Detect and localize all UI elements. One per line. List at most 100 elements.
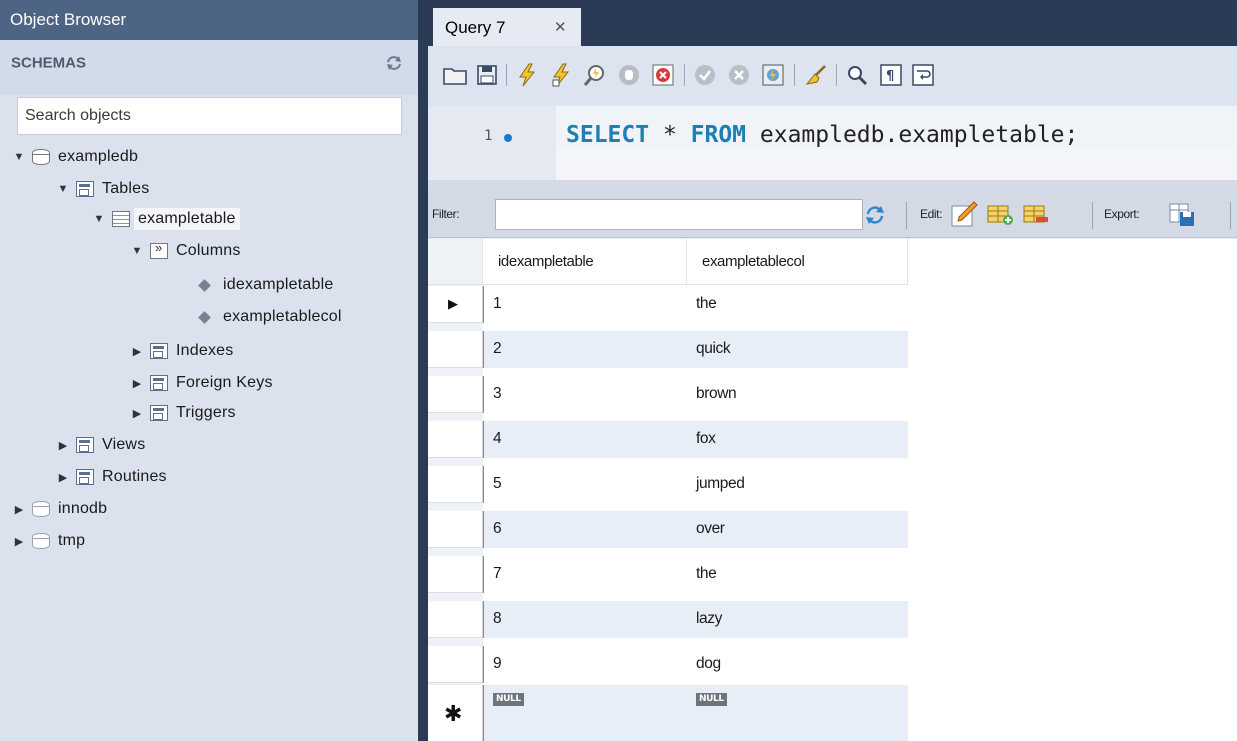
grid-cell[interactable]: quick: [687, 331, 908, 368]
invisible-chars-icon[interactable]: ¶: [878, 62, 904, 88]
column-header[interactable]: exampletablecol: [687, 239, 908, 285]
tab-query-7[interactable]: Query 7 ✕: [433, 8, 581, 46]
grid-cell[interactable]: 8: [483, 601, 687, 638]
column-header[interactable]: idexampletable: [483, 239, 687, 285]
grid-header-row: idexampletable exampletablecol: [428, 239, 908, 285]
tree-node-tables[interactable]: ▼ Tables: [56, 174, 149, 204]
export-icon[interactable]: [1168, 200, 1196, 228]
collapsed-arrow-icon[interactable]: ▶: [56, 471, 70, 484]
table-row[interactable]: ▶ 1 the: [428, 286, 908, 323]
expanded-arrow-icon[interactable]: ▼: [12, 151, 26, 163]
row-header[interactable]: [428, 466, 483, 503]
row-header[interactable]: [428, 511, 483, 548]
tree-node-triggers[interactable]: ▶ Triggers: [130, 398, 236, 428]
grid-cell[interactable]: 6: [483, 511, 687, 548]
tree-node-exampletable[interactable]: ▼ exampletable: [92, 204, 240, 234]
grid-cell[interactable]: dog: [687, 646, 908, 683]
triggers-folder-icon: [150, 405, 168, 421]
grid-cell[interactable]: lazy: [687, 601, 908, 638]
tree-node-columns[interactable]: ▼ Columns: [130, 236, 241, 266]
table-row[interactable]: 2 quick: [428, 331, 908, 368]
expanded-arrow-icon[interactable]: ▼: [130, 245, 144, 257]
grid-cell[interactable]: NULL: [687, 685, 908, 741]
grid-cell[interactable]: brown: [687, 376, 908, 413]
row-header[interactable]: [428, 331, 483, 368]
tree-node-exampledb[interactable]: ▼ exampledb: [12, 142, 138, 172]
expanded-arrow-icon[interactable]: ▼: [92, 213, 106, 225]
execute-lightning-icon[interactable]: [514, 62, 540, 88]
grid-cell[interactable]: 5: [483, 466, 687, 503]
table-row[interactable]: 7 the: [428, 556, 908, 593]
stop-hand-icon[interactable]: [616, 62, 642, 88]
explain-magnifier-icon[interactable]: [582, 62, 608, 88]
tree-node-views[interactable]: ▶ Views: [56, 430, 145, 460]
expanded-arrow-icon[interactable]: ▼: [56, 183, 70, 195]
tree-node-foreign-keys[interactable]: ▶ Foreign Keys: [130, 368, 273, 398]
grid-cell[interactable]: jumped: [687, 466, 908, 503]
tree-node-column-idexampletable[interactable]: idexampletable: [196, 270, 333, 300]
word-wrap-icon[interactable]: [910, 62, 936, 88]
panel-title: Object Browser: [0, 0, 418, 40]
refresh-icon[interactable]: [864, 205, 886, 225]
row-header[interactable]: ▶: [428, 286, 483, 323]
refresh-icon[interactable]: [385, 54, 403, 72]
open-folder-icon[interactable]: [442, 62, 468, 88]
find-magnifier-icon[interactable]: [844, 62, 870, 88]
grid-cell[interactable]: 4: [483, 421, 687, 458]
row-header[interactable]: ✱: [428, 685, 483, 741]
collapsed-arrow-icon[interactable]: ▶: [12, 503, 26, 516]
grid-cell[interactable]: fox: [687, 421, 908, 458]
grid-cell[interactable]: 9: [483, 646, 687, 683]
grid-cell[interactable]: the: [687, 556, 908, 593]
new-row-asterisk-icon: ✱: [444, 701, 463, 726]
edit-pencil-icon[interactable]: [950, 200, 978, 228]
new-row[interactable]: ✱ NULL NULL: [428, 685, 908, 741]
collapsed-arrow-icon[interactable]: ▶: [130, 345, 144, 358]
row-header[interactable]: [428, 646, 483, 683]
row-header[interactable]: [428, 376, 483, 413]
toggle-errors-icon[interactable]: [650, 62, 676, 88]
delete-row-icon[interactable]: [1022, 200, 1050, 228]
collapsed-arrow-icon[interactable]: ▶: [56, 439, 70, 452]
tree-node-indexes[interactable]: ▶ Indexes: [130, 336, 233, 366]
save-icon[interactable]: [474, 62, 500, 88]
add-row-icon[interactable]: [986, 200, 1014, 228]
table-row[interactable]: 4 fox: [428, 421, 908, 458]
row-header[interactable]: [428, 421, 483, 458]
tree-node-routines[interactable]: ▶ Routines: [56, 462, 167, 492]
collapsed-arrow-icon[interactable]: ▶: [130, 377, 144, 390]
grid-cell[interactable]: the: [687, 286, 908, 323]
tree-label: Tables: [102, 180, 150, 197]
grid-cell[interactable]: 2: [483, 331, 687, 368]
editor-results-splitter[interactable]: [428, 180, 1237, 192]
autocommit-toggle-icon[interactable]: [760, 62, 786, 88]
grid-cell[interactable]: NULL: [483, 685, 687, 741]
collapsed-arrow-icon[interactable]: ▶: [12, 535, 26, 548]
table-row[interactable]: 3 brown: [428, 376, 908, 413]
table-row[interactable]: 9 dog: [428, 646, 908, 683]
tree-node-innodb[interactable]: ▶ innodb: [12, 494, 107, 524]
search-objects-input[interactable]: [17, 97, 402, 135]
table-row[interactable]: 6 over: [428, 511, 908, 548]
tree-label: exampletable: [134, 208, 240, 230]
sql-code-line[interactable]: SELECT * FROM exampledb.exampletable;: [566, 122, 1078, 148]
grid-cell[interactable]: 3: [483, 376, 687, 413]
tree-node-tmp[interactable]: ▶ tmp: [12, 526, 85, 556]
filter-input[interactable]: [495, 199, 863, 230]
corner-cell[interactable]: [428, 239, 483, 285]
beautify-broom-icon[interactable]: [804, 62, 830, 88]
rollback-cancel-icon[interactable]: [726, 62, 752, 88]
grid-cell[interactable]: 1: [483, 286, 687, 323]
row-header[interactable]: [428, 601, 483, 638]
row-header[interactable]: [428, 556, 483, 593]
close-icon[interactable]: ✕: [554, 18, 567, 36]
execute-current-lightning-icon[interactable]: [548, 62, 574, 88]
collapsed-arrow-icon[interactable]: ▶: [130, 407, 144, 420]
grid-cell[interactable]: 7: [483, 556, 687, 593]
commit-check-icon[interactable]: [692, 62, 718, 88]
table-row[interactable]: 5 jumped: [428, 466, 908, 503]
sql-editor[interactable]: 1 SELECT * FROM exampledb.exampletable;: [428, 106, 1237, 180]
tree-node-column-exampletablecol[interactable]: exampletablecol: [196, 302, 342, 332]
grid-cell[interactable]: over: [687, 511, 908, 548]
table-row[interactable]: 8 lazy: [428, 601, 908, 638]
